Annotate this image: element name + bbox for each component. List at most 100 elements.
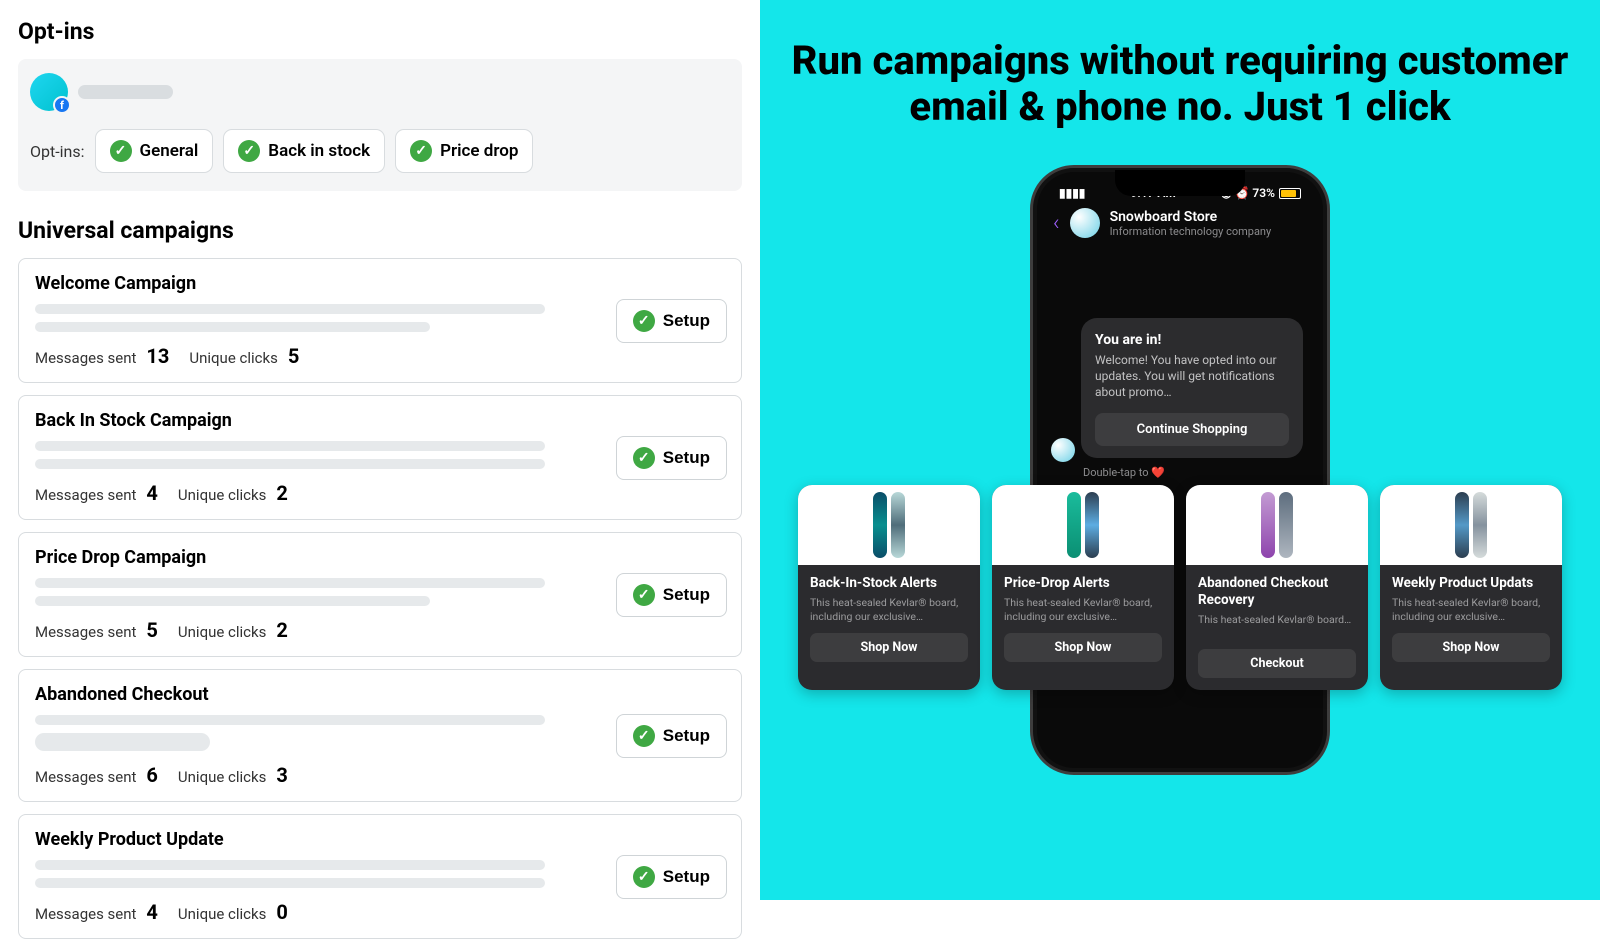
product-card-description: This heat-sealed Kevlar® board, includin… [810,596,968,623]
product-card: Back-In-Stock Alerts This heat-sealed Kev… [798,485,980,690]
messages-sent-label: Messages sent [35,768,136,786]
campaign-stats: Messages sent 5 Unique clicks 2 [35,618,725,642]
campaign-stats: Messages sent 4 Unique clicks 2 [35,481,725,505]
check-icon: ✓ [633,447,655,469]
unique-clicks-label: Unique clicks [189,349,277,367]
product-card: Price-Drop AlertsThis heat-sealed Kevlar… [992,485,1174,690]
product-card-button[interactable]: Shop Now [810,633,968,662]
optins-heading: Opt-ins [18,18,742,45]
messages-sent-value: 6 [146,763,157,787]
product-cards-row: Back-In-Stock Alerts This heat-sealed Kev… [798,485,1562,690]
product-card-description: This heat-sealed Kevlar® board, includin… [1392,596,1550,623]
unique-clicks-value: 0 [276,900,287,924]
heart-icon: ❤️ [1151,466,1165,479]
chat-header: ‹ Snowboard Store Information technology… [1045,202,1315,248]
page-avatar: f [30,73,68,111]
setup-button[interactable]: ✓Setup [616,436,727,480]
universal-campaigns-heading: Universal campaigns [18,217,742,244]
unique-clicks-value: 3 [276,763,287,787]
product-card-title: Weekly Product Updats [1392,575,1550,592]
chip-label: Back in stock [268,141,370,161]
unique-clicks-label: Unique clicks [178,768,266,786]
messages-sent-value: 4 [146,481,157,505]
product-card-title: Abandoned Checkout Recovery [1198,575,1356,609]
campaign-card: Welcome Campaign Messages sent 13 Unique cl… [18,258,742,383]
optin-chip-back-in-stock[interactable]: ✓Back in stock [223,129,385,173]
check-icon: ✓ [110,140,132,162]
optins-box: f Opt-ins: ✓General✓Back in stock✓Price … [18,59,742,191]
snowboard-icon [873,492,887,558]
campaign-card: Abandoned Checkout Messages sent 6 Unique c… [18,669,742,802]
store-name: Snowboard Store [1110,209,1272,225]
check-icon: ✓ [633,584,655,606]
optins-header: f [30,73,730,111]
optins-row: Opt-ins: ✓General✓Back in stock✓Price dr… [30,129,730,173]
campaign-title: Welcome Campaign [35,273,725,294]
setup-button[interactable]: ✓ Setup [616,714,727,758]
product-card-title: Back-In-Stock Alerts [810,575,968,592]
chip-label: Price drop [440,141,518,161]
phone-notch-icon [1115,170,1245,196]
snowboard-icon [1473,492,1487,558]
product-card-description: This heat-sealed Kevlar® board, includin… [1004,596,1162,623]
page-name-placeholder [78,85,173,99]
marketing-headline: Run campaigns without requiring customer… [760,38,1600,130]
product-image [1186,485,1368,565]
product-image [798,485,980,565]
signal-icon: ▮▮▮▮ [1059,186,1085,200]
continue-shopping-button[interactable]: Continue Shopping [1095,413,1289,446]
campaign-stats: Messages sent 13 Unique clicks 5 [35,344,725,368]
snowboard-icon [891,492,905,558]
unique-clicks-label: Unique clicks [178,623,266,641]
setup-button[interactable]: ✓ Setup [616,299,727,343]
check-icon: ✓ [633,310,655,332]
unique-clicks-label: Unique clicks [178,905,266,923]
messages-sent-value: 13 [146,344,169,368]
setup-label: Setup [663,726,710,746]
double-tap-hint: Double-tap to ❤️ [1083,466,1315,479]
check-icon: ✓ [633,725,655,747]
unique-clicks-value: 5 [288,344,299,368]
store-subtitle: Information technology company [1110,225,1272,238]
setup-label: Setup [663,585,710,605]
message-title: You are in! [1095,332,1289,348]
check-icon: ✓ [410,140,432,162]
chip-label: General [140,141,199,161]
facebook-badge-icon: f [53,96,71,114]
messages-sent-label: Messages sent [35,349,136,367]
setup-label: Setup [663,311,710,331]
snowboard-icon [1067,492,1081,558]
product-card-button[interactable]: Shop Now [1392,633,1550,662]
product-card: Abandoned Checkout Recovery This heat-sea… [1186,485,1368,690]
campaign-stats: Messages sent 4 Unique clicks 0 [35,900,725,924]
campaign-card: Back In Stock CampaignMessages sent4Uniq… [18,395,742,520]
unique-clicks-value: 2 [276,481,287,505]
campaign-card: Weekly Product UpdateMessages sent4Uniqu… [18,814,742,939]
snowboard-icon [1261,492,1275,558]
messages-sent-value: 4 [146,900,157,924]
product-image [1380,485,1562,565]
optin-chip-general[interactable]: ✓ General [95,129,214,173]
setup-button[interactable]: ✓Setup [616,855,727,899]
setup-button[interactable]: ✓ Setup [616,573,727,617]
snowboard-icon [1279,492,1293,558]
setup-label: Setup [663,867,710,887]
messages-sent-label: Messages sent [35,623,136,641]
messages-sent-label: Messages sent [35,486,136,504]
campaign-title: Price Drop Campaign [35,547,725,568]
product-card-button[interactable]: Checkout [1198,649,1356,678]
unique-clicks-value: 2 [276,618,287,642]
product-card-description: This heat-sealed Kevlar® board… [1198,613,1356,639]
message-bubble: You are in! Welcome! You have opted into… [1081,318,1303,458]
message-avatar-icon [1051,438,1075,462]
messages-sent-value: 5 [146,618,157,642]
campaign-title: Abandoned Checkout [35,684,725,705]
product-image [992,485,1174,565]
campaign-stats: Messages sent 6 Unique clicks 3 [35,763,725,787]
right-panel: Run campaigns without requiring customer… [760,0,1600,900]
messages-sent-label: Messages sent [35,905,136,923]
product-card-button[interactable]: Shop Now [1004,633,1162,662]
unique-clicks-label: Unique clicks [178,486,266,504]
optin-chip-price-drop[interactable]: ✓ Price drop [395,129,533,173]
back-arrow-icon[interactable]: ‹ [1053,211,1060,236]
